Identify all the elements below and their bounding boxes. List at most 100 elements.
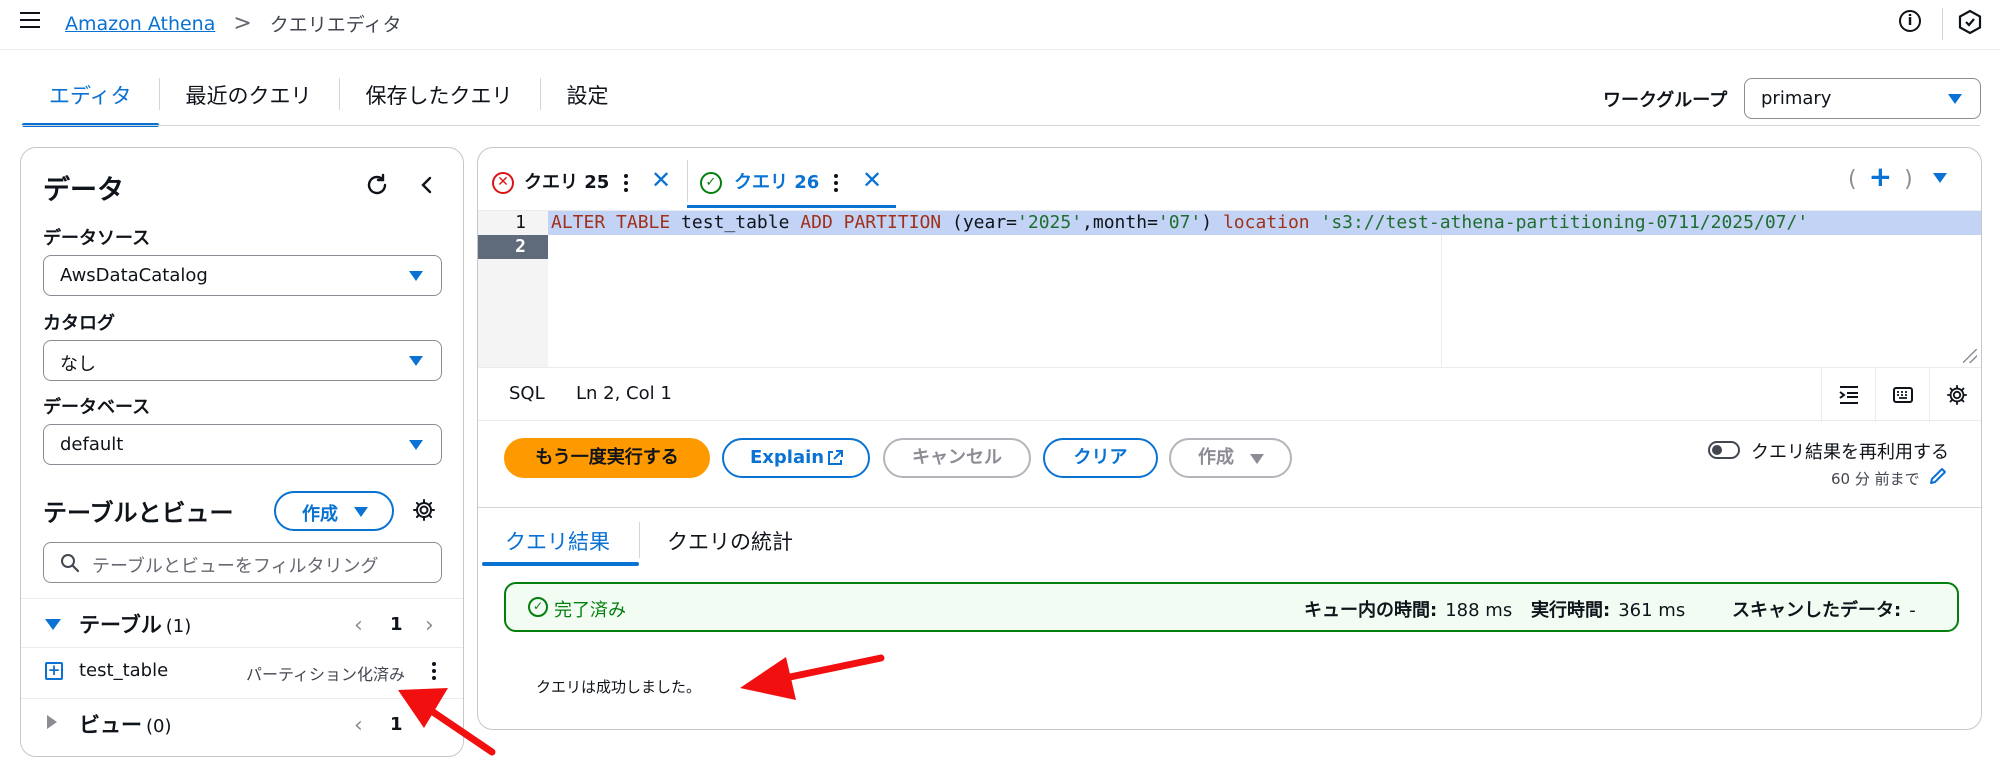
print-margin-line (1441, 235, 1442, 368)
external-link-icon (828, 450, 843, 465)
tables-section-header[interactable]: テーブル (1) ‹ 1 › (21, 601, 463, 647)
views-section-header[interactable]: ビュー (0) ‹ 1 (21, 701, 463, 747)
error-status-icon: ✕ (492, 172, 514, 194)
code-line-1[interactable]: ALTER TABLE test_table ADD PARTITION (ye… (548, 211, 1981, 235)
more-options-icon[interactable] (624, 174, 628, 195)
chevron-left-icon[interactable] (416, 174, 438, 196)
datasource-value: AwsDataCatalog (60, 265, 208, 286)
data-scanned-metric: スキャンしたデータ: - (1732, 596, 1916, 622)
add-tab-icon[interactable]: + (1869, 160, 1892, 193)
active-tab-indicator (687, 205, 896, 208)
workgroup-value: primary (1761, 88, 1832, 109)
query-tab-label: クエリ 26 (734, 172, 820, 193)
run-again-button[interactable]: もう一度実行する (504, 438, 710, 478)
create-table-button[interactable]: 作成 (274, 491, 394, 531)
datasource-select[interactable]: AwsDataCatalog (43, 255, 442, 296)
divider (21, 598, 463, 599)
sql-string: '2025' (1017, 212, 1083, 233)
tab-query-results[interactable]: クエリ結果 (505, 526, 610, 556)
scroll-right-icon[interactable]: ) (1904, 167, 1913, 192)
views-section-title: ビュー (0) (79, 709, 172, 739)
divider (21, 698, 463, 699)
sql-keyword: location (1222, 212, 1310, 233)
tab-menu-caret-icon[interactable] (1933, 173, 1947, 183)
table-filter-input[interactable]: テーブルとビューをフィルタリング (43, 542, 442, 583)
tab-settings[interactable]: 設定 (539, 72, 636, 124)
data-scanned-value: - (1909, 600, 1916, 621)
scroll-left-icon[interactable]: ( (1848, 167, 1857, 192)
reuse-results-toggle[interactable] (1708, 441, 1740, 459)
resize-handle-icon[interactable] (1963, 349, 1977, 363)
table-name: test_table (79, 660, 169, 681)
tables-section-title: テーブル (1) (79, 609, 191, 639)
caret-down-icon (1948, 94, 1962, 104)
create-button[interactable]: 作成 (1169, 438, 1292, 478)
tables-section-label: テーブル (79, 613, 162, 637)
chevron-left-icon[interactable]: ‹ (354, 613, 363, 638)
catalog-select[interactable]: なし (43, 340, 442, 381)
database-select[interactable]: default (43, 424, 442, 465)
run-time-label: 実行時間: (1531, 600, 1611, 621)
datasource-label: データソース (43, 228, 151, 249)
caret-down-icon (409, 271, 423, 281)
database-label: データベース (43, 397, 151, 418)
chevron-right-icon[interactable]: › (425, 613, 434, 638)
close-icon[interactable]: ✕ (651, 166, 671, 194)
query-tab-25[interactable]: ✕ クエリ 25 ✕ (478, 158, 687, 206)
queue-time-label: キュー内の時間: (1304, 600, 1438, 621)
refresh-icon[interactable] (364, 172, 390, 198)
workgroup-select[interactable]: primary (1744, 78, 1981, 119)
tab-saved-queries[interactable]: 保存したクエリ (338, 72, 540, 124)
query-editor-panel: ✕ クエリ 25 ✕ ✓ クエリ 26 ✕ ( +) 1 2 ALTER TABL… (477, 147, 1982, 730)
sql-string: 's3://test-athena-partitioning-0711/2025… (1320, 212, 1809, 233)
query-tab-26[interactable]: ✓ クエリ 26 ✕ (688, 158, 897, 206)
tab-query-stats[interactable]: クエリの統計 (667, 526, 793, 556)
success-status-icon: ✓ (700, 172, 722, 194)
catalog-value: なし (60, 354, 96, 375)
data-panel: データ データソース AwsDataCatalog カタログ なし データベース… (20, 147, 464, 757)
tab-editor[interactable]: エディタ (22, 72, 159, 127)
table-list-item[interactable]: + test_table パーティション化済み (21, 648, 463, 694)
chevron-left-icon[interactable]: ‹ (354, 713, 363, 738)
language-indicator: SQL (509, 383, 545, 404)
search-icon (61, 554, 80, 573)
tables-page-number[interactable]: 1 (390, 614, 403, 635)
gear-icon[interactable] (1929, 368, 1981, 422)
query-status-text: 完了済み (554, 600, 626, 621)
views-section-label: ビュー (79, 713, 142, 737)
explain-label: Explain (750, 447, 825, 468)
hamburger-menu-icon[interactable] (20, 12, 40, 28)
active-tab-indicator (482, 562, 639, 566)
sql-code-editor[interactable]: 1 2 ALTER TABLE test_table ADD PARTITION… (478, 210, 1981, 368)
cursor-position: Ln 2, Col 1 (576, 383, 672, 404)
query-status-alert: ✓ 完了済み キュー内の時間: 188 ms 実行時間: 361 ms スキャンした… (504, 582, 1959, 632)
hexagon-settings-icon[interactable] (1958, 9, 1982, 35)
close-icon[interactable]: ✕ (862, 166, 882, 194)
tables-views-title: テーブルとビュー (43, 499, 234, 527)
more-options-icon[interactable] (432, 662, 436, 683)
expand-triangle-icon[interactable] (45, 619, 61, 630)
tab-tools: ( +) (1848, 160, 1913, 193)
tabs-divider (22, 125, 1980, 126)
explain-button[interactable]: Explain (722, 438, 870, 478)
keyboard-icon[interactable] (1875, 368, 1929, 422)
query-tab-label: クエリ 25 (524, 172, 610, 193)
tab-recent-queries[interactable]: 最近のクエリ (158, 72, 339, 124)
pencil-edit-icon[interactable] (1928, 466, 1948, 486)
breadcrumb: Amazon Athena > クエリエディタ (65, 10, 401, 37)
queue-time-value: 188 ms (1445, 600, 1513, 621)
breadcrumb-link-athena[interactable]: Amazon Athena (65, 13, 215, 35)
format-indent-icon[interactable] (1821, 368, 1875, 422)
sql-text: test_table (670, 212, 801, 233)
caret-down-icon (354, 507, 368, 517)
success-check-icon: ✓ (528, 597, 548, 617)
views-page-number[interactable]: 1 (390, 714, 403, 735)
cancel-button[interactable]: キャンセル (883, 438, 1031, 478)
info-icon[interactable]: i (1899, 10, 1921, 32)
more-options-icon[interactable] (834, 174, 838, 195)
clear-button[interactable]: クリア (1043, 438, 1158, 478)
gear-icon[interactable] (412, 498, 436, 522)
expand-plus-icon[interactable]: + (45, 662, 63, 680)
collapsed-triangle-icon[interactable] (47, 715, 57, 729)
